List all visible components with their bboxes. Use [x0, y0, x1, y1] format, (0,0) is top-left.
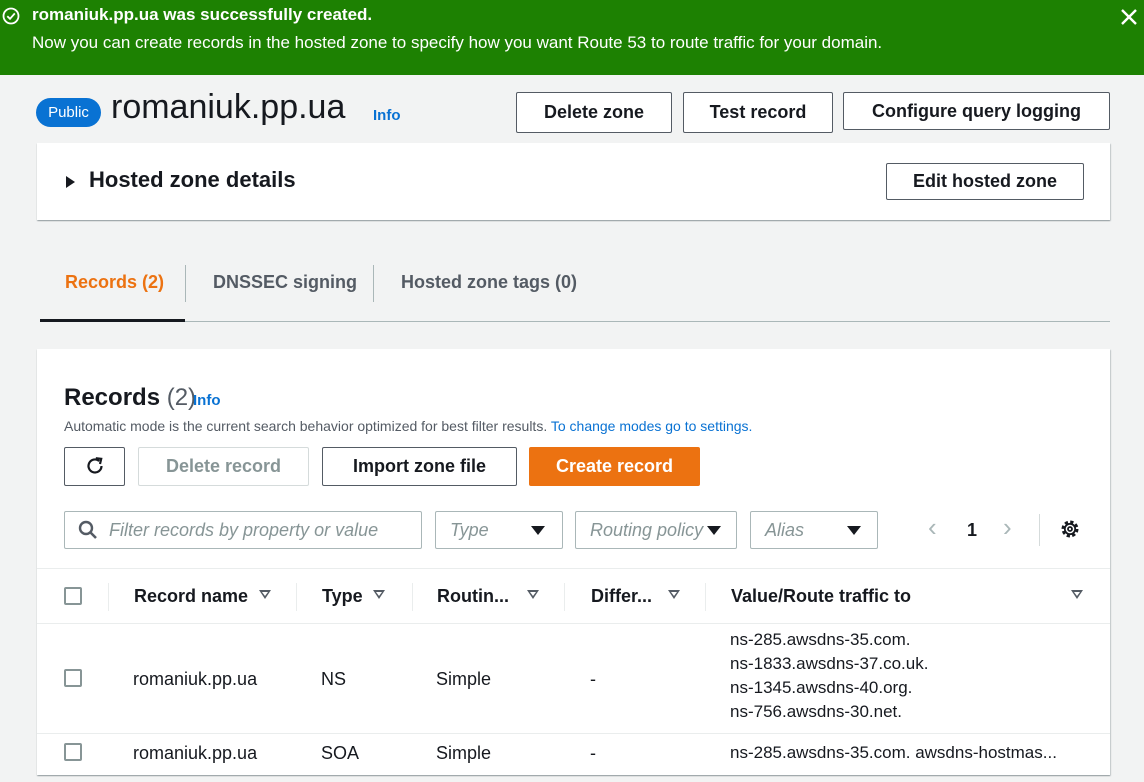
column-header-routing[interactable]: Routin...	[437, 586, 509, 607]
refresh-icon	[86, 456, 103, 474]
column-divider	[564, 583, 565, 611]
success-flash-banner: romaniuk.pp.ua was successfully created.…	[0, 0, 1144, 75]
routing-policy-cell: Simple	[436, 669, 492, 689]
filter-records-input[interactable]: Filter records by property or value	[64, 511, 422, 549]
flash-message: Now you can create records in the hosted…	[32, 33, 883, 52]
zone-info-link[interactable]: Info	[373, 107, 401, 124]
page-title: romaniuk.pp.ua	[111, 88, 346, 126]
type-filter-label: Type	[450, 520, 489, 540]
row-checkbox[interactable]	[64, 669, 82, 687]
check-circle-icon	[2, 7, 20, 25]
record-name-cell: romaniuk.pp.ua	[133, 669, 258, 689]
column-divider	[412, 583, 413, 611]
column-header-value[interactable]: Value/Route traffic to	[731, 586, 911, 607]
tab-dnssec-signing[interactable]: DNSSEC signing	[213, 272, 357, 293]
table-row[interactable]: romaniuk.pp.ua NS Simple - ns-285.awsdns…	[37, 624, 1110, 734]
gear-icon[interactable]	[1059, 518, 1081, 540]
records-count: (2)	[166, 384, 197, 411]
edit-hosted-zone-button[interactable]: Edit hosted zone	[886, 163, 1084, 200]
record-type-cell: NS	[321, 669, 347, 689]
delete-record-button[interactable]: Delete record	[138, 447, 309, 486]
table-row[interactable]: romaniuk.pp.ua SOA Simple - ns-285.awsdn…	[37, 734, 1110, 775]
tab-divider	[373, 265, 374, 302]
differentiator-cell: -	[590, 743, 596, 763]
records-title: Records	[64, 384, 161, 411]
create-record-button[interactable]: Create record	[529, 447, 700, 486]
records-info-link[interactable]: Info	[193, 392, 221, 409]
record-type-cell: SOA	[321, 743, 360, 763]
previous-page-icon[interactable]: ‹	[928, 512, 937, 543]
records-panel: Records (2) Info Automatic mode is the c…	[37, 349, 1110, 775]
public-badge: Public	[36, 98, 101, 127]
refresh-button[interactable]	[64, 447, 125, 486]
tab-hosted-zone-tags[interactable]: Hosted zone tags (0)	[401, 272, 577, 293]
tab-baseline	[40, 321, 1110, 322]
current-page-number[interactable]: 1	[967, 520, 977, 541]
records-table-header: Record name Type Routin... Differ... Val…	[37, 568, 1110, 624]
type-filter-select[interactable]: Type	[435, 511, 563, 549]
value-line: ns-1833.awsdns-37.co.uk.	[730, 654, 929, 673]
column-divider	[705, 583, 706, 611]
settings-link[interactable]: To change modes go to settings.	[551, 418, 753, 434]
search-mode-text: Automatic mode is the current search beh…	[64, 418, 548, 434]
filter-placeholder: Filter records by property or value	[109, 520, 379, 540]
column-divider	[108, 583, 109, 611]
dropdown-caret-icon	[707, 526, 721, 535]
alias-filter-label: Alias	[765, 520, 805, 540]
value-line: ns-285.awsdns-35.com.	[730, 630, 911, 649]
import-zone-file-button[interactable]: Import zone file	[322, 447, 517, 486]
select-all-checkbox[interactable]	[64, 587, 82, 605]
tab-divider	[185, 265, 186, 302]
column-header-type[interactable]: Type	[322, 586, 363, 607]
test-record-button[interactable]: Test record	[683, 92, 833, 133]
column-header-record-name[interactable]: Record name	[134, 586, 248, 607]
tab-records[interactable]: Records (2)	[65, 272, 164, 293]
dropdown-caret-icon	[531, 526, 545, 535]
records-heading: Records (2)	[64, 384, 196, 412]
expand-caret-icon[interactable]	[66, 176, 75, 188]
routing-policy-filter-select[interactable]: Routing policy	[575, 511, 737, 549]
sort-icon[interactable]	[527, 590, 539, 599]
sort-icon[interactable]	[259, 590, 271, 599]
dropdown-caret-icon	[847, 526, 861, 535]
sort-icon[interactable]	[1071, 590, 1083, 599]
column-header-differentiator[interactable]: Differ...	[591, 586, 652, 607]
active-tab-indicator	[40, 319, 185, 322]
value-cell: ns-285.awsdns-35.com. ns-1833.awsdns-37.…	[730, 628, 928, 724]
hosted-zone-details-toggle[interactable]: Hosted zone details	[89, 167, 296, 193]
configure-query-logging-button[interactable]: Configure query logging	[843, 92, 1110, 130]
search-icon	[78, 520, 97, 539]
next-page-icon[interactable]: ›	[1003, 512, 1012, 543]
alias-filter-select[interactable]: Alias	[750, 511, 878, 549]
value-cell: ns-285.awsdns-35.com. awsdns-hostmas...	[730, 743, 1057, 762]
delete-zone-button[interactable]: Delete zone	[516, 92, 672, 133]
sort-icon[interactable]	[668, 590, 680, 599]
differentiator-cell: -	[590, 669, 596, 689]
record-name-cell: romaniuk.pp.ua	[133, 743, 258, 763]
hosted-zone-details-panel: Hosted zone details Edit hosted zone	[37, 143, 1110, 220]
routing-policy-cell: Simple	[436, 743, 492, 763]
value-line: ns-756.awsdns-30.net.	[730, 702, 902, 721]
routing-policy-filter-label: Routing policy	[590, 520, 704, 540]
sort-icon[interactable]	[373, 590, 385, 599]
pager-divider	[1039, 514, 1040, 546]
records-description: Automatic mode is the current search beh…	[64, 418, 752, 434]
column-divider	[296, 583, 297, 611]
flash-title: romaniuk.pp.ua was successfully created.	[32, 5, 373, 24]
row-checkbox[interactable]	[64, 743, 82, 761]
value-line: ns-1345.awsdns-40.org.	[730, 678, 913, 697]
close-icon[interactable]	[1117, 5, 1141, 29]
